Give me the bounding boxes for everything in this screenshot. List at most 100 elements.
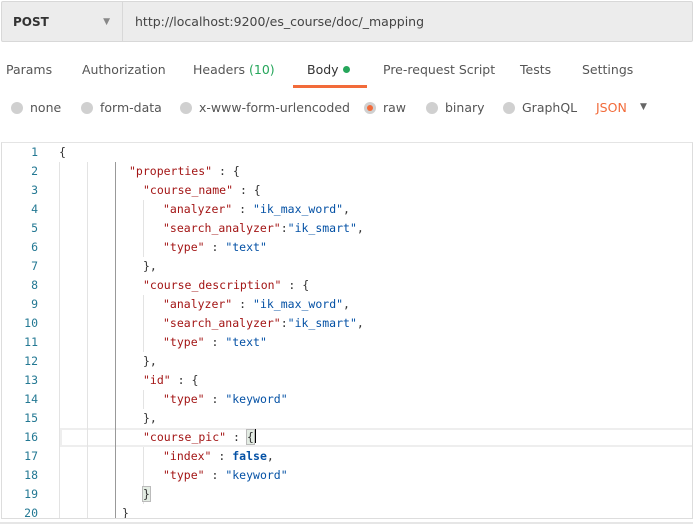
json-key: "index" bbox=[163, 449, 212, 463]
radio-x-www-form-urlencoded[interactable]: x-www-form-urlencoded bbox=[180, 100, 350, 115]
format-select[interactable]: JSON bbox=[596, 100, 627, 115]
tab-label: Headers bbox=[193, 62, 246, 77]
line-number: 5 bbox=[31, 221, 38, 235]
json-punctuation: : bbox=[232, 297, 254, 311]
divider bbox=[0, 522, 693, 524]
radio-raw[interactable]: raw bbox=[364, 100, 406, 115]
code-line: 12}, bbox=[2, 352, 692, 371]
json-key: "type" bbox=[163, 240, 205, 254]
radio-icon bbox=[426, 101, 438, 114]
code-text: "id" : { bbox=[143, 371, 198, 390]
line-number: 11 bbox=[24, 335, 38, 349]
code-text: "type" : "keyword" bbox=[163, 466, 288, 485]
tab-settings[interactable]: Settings bbox=[582, 62, 633, 77]
json-key: "search_analyzer" bbox=[163, 316, 281, 330]
line-number: 20 bbox=[24, 506, 38, 519]
json-key: "type" bbox=[163, 392, 205, 406]
code-line: 8 "course_description" : { bbox=[2, 276, 692, 295]
code-line: 14 "type" : "keyword" bbox=[2, 390, 692, 409]
code-line: 15}, bbox=[2, 409, 692, 428]
json-punctuation: } bbox=[122, 506, 129, 519]
json-key: "course_pic" bbox=[143, 430, 227, 444]
code-text: { bbox=[59, 143, 66, 162]
json-string: "text" bbox=[225, 240, 267, 254]
json-key: "search_analyzer" bbox=[163, 221, 281, 235]
code-text: "search_analyzer":"ik_smart", bbox=[163, 314, 364, 333]
code-text: "type" : "keyword" bbox=[163, 390, 288, 409]
code-text: "index" : false, bbox=[163, 447, 274, 466]
code-text: "analyzer" : "ik_max_word", bbox=[163, 200, 350, 219]
code-line: 17 "index" : false, bbox=[2, 447, 692, 466]
chevron-down-icon[interactable]: ▼ bbox=[640, 102, 647, 112]
tab-authorization[interactable]: Authorization bbox=[82, 62, 166, 77]
radio-label: none bbox=[30, 100, 62, 115]
tab-headers[interactable]: Headers (10) bbox=[193, 62, 275, 77]
line-number: 14 bbox=[24, 392, 38, 406]
line-number: 3 bbox=[31, 183, 38, 197]
json-string: "ik_smart" bbox=[287, 221, 357, 235]
radio-form-data[interactable]: form-data bbox=[81, 100, 162, 115]
code-text: "properties" : { bbox=[129, 162, 240, 181]
bracket-match: } bbox=[142, 486, 151, 502]
line-number: 1 bbox=[31, 145, 38, 159]
json-string: "text" bbox=[225, 335, 267, 349]
radio-label: GraphQL bbox=[522, 100, 578, 115]
active-tab-underline bbox=[293, 85, 367, 88]
code-text: "search_analyzer":"ik_smart", bbox=[163, 219, 364, 238]
json-punctuation: , bbox=[343, 297, 350, 311]
code-line: 1{ bbox=[2, 143, 692, 162]
json-key: "course_description" bbox=[143, 278, 282, 292]
json-punctuation: : bbox=[204, 392, 226, 406]
json-boolean: false bbox=[232, 449, 267, 463]
json-punctuation: , bbox=[356, 221, 364, 235]
code-line: 13 "id" : { bbox=[2, 371, 692, 390]
code-line: 2 "properties" : { bbox=[2, 162, 692, 181]
line-number: 7 bbox=[31, 259, 38, 273]
radio-binary[interactable]: binary bbox=[426, 100, 485, 115]
line-number: 19 bbox=[24, 487, 38, 501]
radio-icon bbox=[180, 101, 192, 114]
tab-body[interactable]: Body bbox=[307, 62, 350, 77]
json-punctuation: }, bbox=[143, 411, 157, 425]
code-line: 16 "course_pic" : { bbox=[2, 428, 692, 447]
json-string: "ik_max_word" bbox=[253, 202, 344, 216]
radio-graphql[interactable]: GraphQL bbox=[503, 100, 577, 115]
radio-none[interactable]: none bbox=[11, 100, 61, 115]
line-number: 8 bbox=[31, 278, 38, 292]
code-line: 5 "search_analyzer":"ik_smart", bbox=[2, 219, 692, 238]
json-key: "type" bbox=[163, 335, 205, 349]
code-line: 6 "type" : "text" bbox=[2, 238, 692, 257]
code-line: 7}, bbox=[2, 257, 692, 276]
json-key: "id" bbox=[143, 373, 171, 387]
json-key: "analyzer" bbox=[163, 297, 233, 311]
headers-count: (10) bbox=[249, 62, 275, 77]
json-key: "analyzer" bbox=[163, 202, 233, 216]
line-number: 18 bbox=[24, 468, 38, 482]
tab-tests[interactable]: Tests bbox=[520, 62, 551, 77]
json-punctuation: : bbox=[204, 240, 226, 254]
tab-params[interactable]: Params bbox=[6, 62, 52, 77]
tab-pre-request-script[interactable]: Pre-request Script bbox=[383, 62, 495, 77]
line-number: 13 bbox=[24, 373, 38, 387]
line-number: 4 bbox=[31, 202, 38, 216]
line-number: 2 bbox=[31, 164, 38, 178]
code-editor[interactable]: 1{2 "properties" : {3 "course_name" : {4 "a… bbox=[1, 142, 693, 519]
radio-label: binary bbox=[445, 100, 485, 115]
radio-selected-icon bbox=[364, 101, 376, 114]
json-punctuation: : bbox=[211, 449, 233, 463]
code-text: } bbox=[142, 485, 151, 504]
line-number: 15 bbox=[24, 411, 38, 425]
code-text: "type" : "text" bbox=[163, 238, 267, 257]
method-select[interactable]: POST ▼ bbox=[2, 2, 123, 41]
tab-label: Body bbox=[307, 62, 339, 77]
bracket-match: { bbox=[245, 429, 255, 445]
json-punctuation: : bbox=[226, 430, 247, 444]
url-input[interactable]: http://localhost:9200/es_course/doc/_map… bbox=[123, 14, 424, 29]
radio-label: x-www-form-urlencoded bbox=[199, 100, 350, 115]
code-text: "analyzer" : "ik_max_word", bbox=[163, 295, 350, 314]
text-cursor bbox=[253, 429, 256, 443]
line-number: 17 bbox=[24, 449, 38, 463]
body-indicator-dot bbox=[342, 66, 350, 73]
json-punctuation: { bbox=[59, 145, 66, 159]
line-number: 6 bbox=[31, 240, 38, 254]
